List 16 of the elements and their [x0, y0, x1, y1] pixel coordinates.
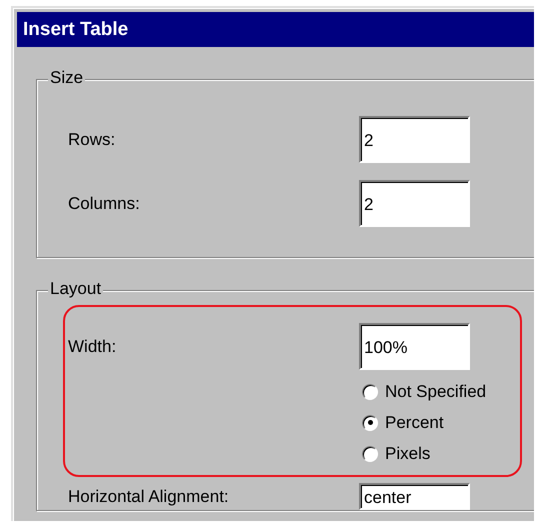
- field-label: Columns:: [68, 194, 141, 214]
- input-field[interactable]: 2: [359, 180, 470, 227]
- radio-button[interactable]: [362, 414, 378, 430]
- radio-label[interactable]: Not Specified: [385, 382, 486, 402]
- input-field[interactable]: 2: [359, 116, 470, 163]
- field-label: Rows:: [68, 130, 116, 150]
- radio-button[interactable]: [362, 384, 378, 400]
- radio-button[interactable]: [362, 446, 378, 462]
- window-title: Insert Table: [17, 12, 534, 47]
- field-label: Horizontal Alignment:: [68, 486, 230, 506]
- group-title: Layout: [48, 279, 104, 299]
- input-field[interactable]: center: [359, 483, 470, 510]
- radio-label[interactable]: Percent: [385, 412, 444, 432]
- field-label: Width:: [68, 336, 118, 356]
- input-field[interactable]: 100%: [359, 323, 470, 370]
- radio-label[interactable]: Pixels: [385, 444, 430, 464]
